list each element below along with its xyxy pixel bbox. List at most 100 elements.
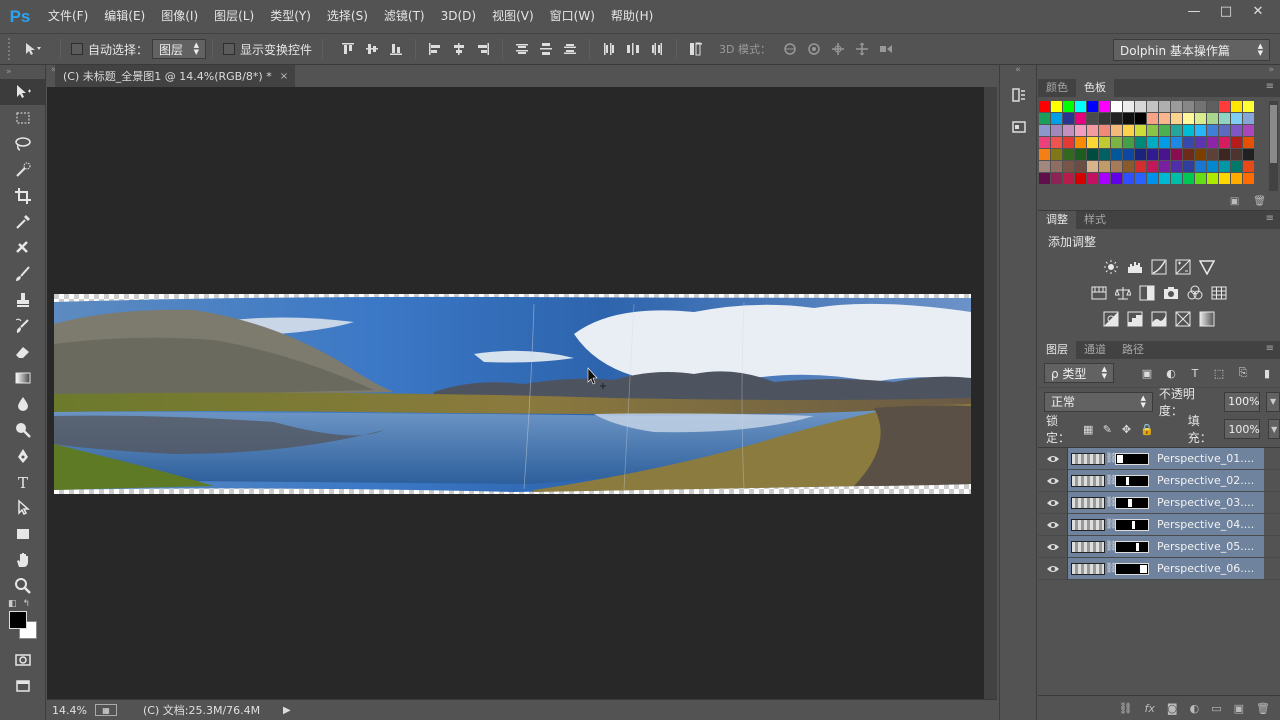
panels-collapse-icon[interactable]: » [1038,65,1280,79]
quick-selection-tool-icon[interactable] [0,157,46,183]
color-swatch[interactable] [1147,173,1158,184]
color-swatch[interactable] [1075,113,1086,124]
color-swatch[interactable] [1039,161,1050,172]
new-adjustment-layer-icon[interactable]: ◐ [1190,702,1200,715]
color-swatch[interactable] [1063,113,1074,124]
color-swatch[interactable] [1099,101,1110,112]
color-swatch[interactable] [1207,137,1218,148]
dodge-tool-icon[interactable] [0,417,46,443]
pen-tool-icon[interactable] [0,443,46,469]
history-panel-icon[interactable] [1000,79,1038,111]
color-swatch[interactable] [1075,173,1086,184]
color-swatch[interactable] [1219,101,1230,112]
visibility-eye-icon[interactable] [1038,447,1068,470]
color-swatch[interactable] [1123,173,1134,184]
screen-mode-icon[interactable] [0,673,46,699]
color-swatch[interactable] [1039,137,1050,148]
color-swatch[interactable] [1195,161,1206,172]
color-swatch[interactable] [1159,113,1170,124]
properties-panel-icon[interactable] [1000,111,1038,143]
layer-style-icon[interactable]: fx [1145,702,1155,715]
color-swatch[interactable] [1207,149,1218,160]
foreground-color[interactable] [9,611,27,629]
minimize-button[interactable]: — [1178,0,1210,22]
color-swatch[interactable] [1039,113,1050,124]
color-swatch[interactable] [1087,137,1098,148]
color-swatch[interactable] [1171,149,1182,160]
layer-mask-thumbnail[interactable] [1115,452,1149,465]
eraser-tool-icon[interactable] [0,339,46,365]
color-swatch[interactable] [1219,173,1230,184]
close-tab-icon[interactable]: × [280,71,288,82]
swap-colors-icon[interactable]: ↰ [23,599,31,609]
align-left-icon[interactable] [424,38,446,60]
smart-object-filter-icon[interactable]: ⎘ [1236,366,1250,380]
color-swatch[interactable] [1135,125,1146,136]
posterize-icon[interactable] [1126,310,1144,328]
zoom-level[interactable]: 14.4% [47,704,91,717]
color-swatch[interactable] [1135,161,1146,172]
marquee-tool-icon[interactable] [0,105,46,131]
type-filter-icon[interactable]: T [1188,366,1202,380]
layer-body[interactable]: ⛓ Perspective_06.... [1068,558,1264,579]
align-right-icon[interactable] [472,38,494,60]
tab-adjustments[interactable]: 调整 [1038,211,1076,229]
color-swatch[interactable] [1231,173,1242,184]
color-swatch[interactable] [1099,137,1110,148]
show-transform-checkbox[interactable] [223,43,236,55]
layer-body[interactable]: ⛓ Perspective_03.... [1068,492,1264,513]
menu-help[interactable]: 帮助(H) [603,0,661,33]
color-swatch[interactable] [1063,173,1074,184]
color-swatch[interactable] [1075,161,1086,172]
color-swatch[interactable] [1171,101,1182,112]
color-swatch[interactable] [1219,161,1230,172]
panel-menu-icon[interactable]: ≡ [1266,213,1274,224]
menu-file[interactable]: 文件(F) [40,0,96,33]
color-swatch[interactable] [1171,161,1182,172]
path-selection-tool-icon[interactable] [0,495,46,521]
opacity-input[interactable]: 100% [1224,391,1261,412]
color-swatch[interactable] [1099,161,1110,172]
color-swatch[interactable] [1087,125,1098,136]
color-swatch[interactable] [1219,125,1230,136]
color-swatch[interactable] [1111,125,1122,136]
add-mask-icon[interactable]: ◙ [1167,702,1178,715]
color-swatch[interactable] [1231,101,1242,112]
distribute-top-icon[interactable] [511,38,533,60]
auto-align-icon[interactable] [685,38,707,60]
color-swatch[interactable] [1063,161,1074,172]
distribute-right-icon[interactable] [646,38,668,60]
color-swatch[interactable] [1075,137,1086,148]
tab-color[interactable]: 颜色 [1038,79,1076,97]
default-colors-icon[interactable]: ◧ [8,599,17,609]
tab-layers[interactable]: 图层 [1038,341,1076,359]
swatches-scrollbar[interactable] [1269,101,1278,191]
color-swatch[interactable] [1075,149,1086,160]
show-transform-option[interactable]: 显示变换控件 [223,41,312,58]
color-swatch[interactable] [1099,149,1110,160]
layer-row[interactable]: ⛓ Perspective_02.... [1038,469,1280,492]
color-swatch[interactable] [1147,149,1158,160]
history-brush-tool-icon[interactable] [0,313,46,339]
color-swatch[interactable] [1063,101,1074,112]
3d-pan-icon[interactable] [827,38,849,60]
color-swatch[interactable] [1147,137,1158,148]
layer-body[interactable]: ⛓ Perspective_05.... [1068,536,1264,557]
type-tool-icon[interactable]: T [0,469,46,495]
color-swatch[interactable] [1051,149,1062,160]
layer-body[interactable]: ⛓ Perspective_04.... [1068,514,1264,535]
color-swatch[interactable] [1147,125,1158,136]
color-swatch[interactable] [1195,173,1206,184]
auto-select-checkbox[interactable] [71,43,83,55]
canvas-vertical-scrollbar[interactable] [984,87,997,699]
color-swatch[interactable] [1111,161,1122,172]
color-swatch[interactable] [1099,173,1110,184]
color-swatch[interactable] [1183,149,1194,160]
lock-all-icon[interactable]: 🔒 [1140,422,1154,436]
auto-select-option[interactable]: 自动选择： [71,41,148,58]
color-swatch[interactable] [1159,125,1170,136]
new-swatch-icon[interactable]: ▣ [1230,196,1239,207]
layer-mask-thumbnail[interactable] [1115,540,1149,553]
color-swatch[interactable] [1243,149,1254,160]
blend-mode-select[interactable]: 正常 ▲ ▼ [1044,391,1153,412]
